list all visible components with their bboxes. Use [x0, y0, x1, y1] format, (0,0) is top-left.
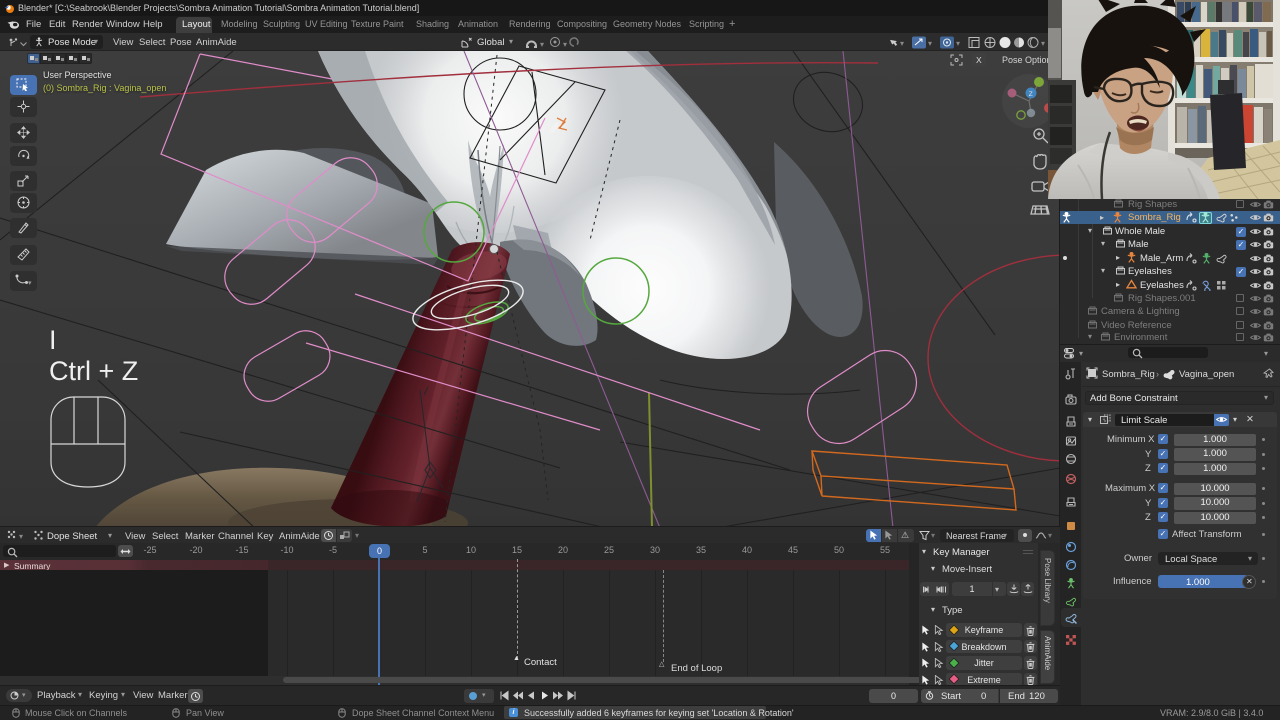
svg-text:Z: Z: [1029, 91, 1033, 98]
svg-text:▾: ▾: [563, 40, 567, 49]
svg-text:▾: ▾: [28, 280, 32, 287]
svg-text:▾: ▾: [19, 532, 23, 541]
svg-text:▾: ▾: [1041, 39, 1045, 48]
svg-text:▾: ▾: [540, 40, 544, 49]
svg-text:▾: ▾: [928, 39, 932, 48]
svg-text:▾: ▾: [956, 39, 960, 48]
svg-text:▾: ▾: [900, 39, 904, 48]
